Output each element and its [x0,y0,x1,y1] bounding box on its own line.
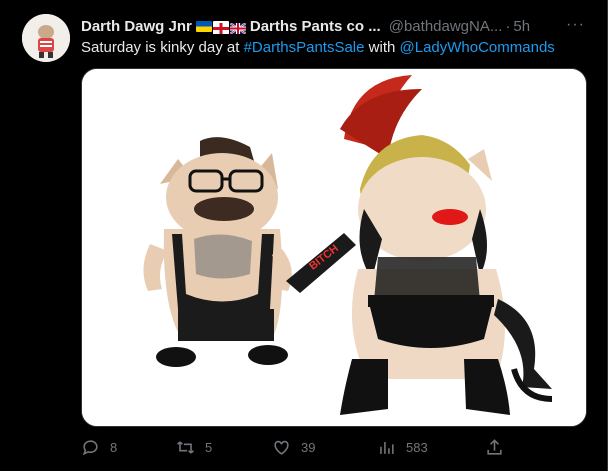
tweet: Darth Dawg Jnr Darths Pants co ... @bath… [0,0,608,471]
reply-icon [82,440,98,456]
author-flags [195,20,247,35]
timestamp[interactable]: 5h [513,18,530,35]
views-button[interactable]: 583 [377,438,428,457]
retweet-count: 5 [205,440,213,455]
like-count: 39 [301,440,316,455]
tweet-text-part: Saturday is kinky day at [81,39,244,56]
more-icon[interactable]: ··· [566,16,585,34]
retweet-icon [177,441,194,454]
views-icon [380,441,394,454]
like-button[interactable]: 39 [272,438,315,457]
uk-flag-icon [229,21,247,35]
tweet-text-part: with [364,39,400,56]
retweet-button[interactable]: 5 [176,438,212,457]
england-flag-icon [212,20,229,34]
reply-button[interactable]: 8 [81,438,117,457]
tweet-text: Saturday is kinky day at #DarthsPantsSal… [81,38,555,58]
share-button[interactable] [485,438,504,457]
mention-link[interactable]: @LadyWhoCommands [400,39,555,56]
share-icon [487,439,502,455]
separator-dot: · [505,17,511,35]
avatar[interactable] [22,14,70,62]
author-name[interactable]: Darth Dawg Jnr [81,18,192,35]
tweet-image[interactable]: BITCH [81,68,587,427]
author-handle[interactable]: @bathdawgNA... [389,18,503,35]
reply-count: 8 [110,440,118,455]
hashtag-link[interactable]: #DarthsPantsSale [244,39,365,56]
views-count: 583 [406,440,428,455]
author-name-suffix[interactable]: Darths Pants co ... [250,18,381,35]
tweet-actions: 8 5 39 583 [81,438,591,460]
tweet-header: Darth Dawg Jnr Darths Pants co ... @bath… [81,16,591,36]
ukraine-flag-icon [195,20,212,32]
like-icon [274,440,289,455]
